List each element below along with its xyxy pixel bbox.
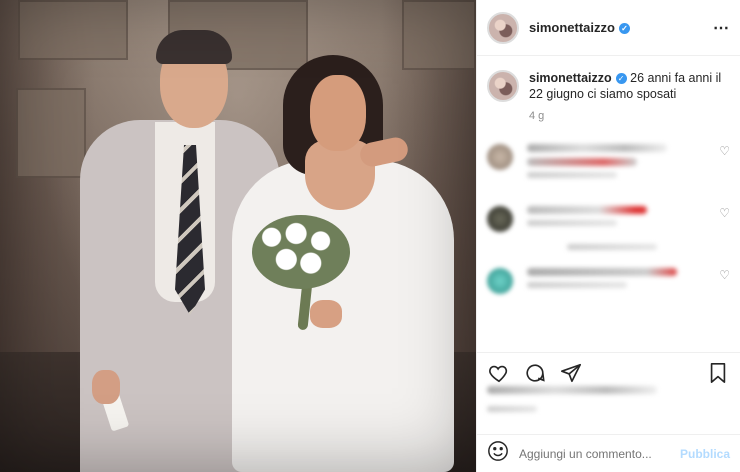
blurred-likes-text (487, 386, 657, 394)
comment-icon[interactable] (523, 361, 547, 385)
caption-avatar[interactable] (487, 70, 519, 102)
likes-summary[interactable] (487, 386, 727, 418)
view-replies-link[interactable] (487, 244, 730, 250)
username-link[interactable]: simonettaizzo ✓ (529, 20, 630, 35)
comment-input[interactable] (519, 446, 680, 461)
blurred-post-date (487, 406, 537, 412)
post-side-panel: simonettaizzo ✓ ⋯ simonettaizzo ✓ 26 anni … (476, 0, 740, 472)
heart-icon[interactable]: ♡ (719, 144, 730, 158)
more-horizontal-icon[interactable]: ⋯ (713, 18, 730, 38)
comments-list: ♡ ♡ ♡ (477, 130, 740, 294)
bookmark-icon[interactable] (706, 361, 730, 385)
heart-icon[interactable]: ♡ (719, 206, 730, 220)
blurred-comment-text (527, 206, 647, 214)
share-icon[interactable] (559, 361, 583, 385)
blurred-comment-meta (527, 220, 617, 226)
smiley-icon[interactable] (487, 440, 509, 467)
post-header: simonettaizzo ✓ ⋯ (477, 0, 740, 56)
avatar[interactable] (487, 144, 513, 170)
avatar[interactable] (487, 268, 513, 294)
list-item: ♡ (487, 144, 730, 184)
blurred-replies-text (567, 244, 657, 250)
heart-icon[interactable]: ♡ (719, 268, 730, 282)
heart-icon[interactable] (487, 361, 511, 385)
comment-content (527, 206, 711, 232)
blurred-comment-meta (527, 282, 627, 288)
post-caption: simonettaizzo ✓ 26 anni fa anni il 22 giu… (477, 56, 740, 130)
blurred-comment-meta (527, 172, 617, 178)
avatar[interactable] (487, 11, 519, 44)
verified-badge-icon: ✓ (618, 23, 630, 35)
add-comment-bar: Pubblica (477, 434, 740, 472)
list-item: ♡ (487, 268, 730, 294)
publish-button[interactable]: Pubblica (680, 447, 730, 461)
username-text: simonettaizzo (529, 20, 615, 35)
blurred-comment-text (527, 268, 677, 276)
list-item: ♡ (487, 206, 730, 232)
comment-content (527, 144, 711, 184)
caption-text-block: simonettaizzo ✓ 26 anni fa anni il 22 giu… (529, 70, 729, 124)
post-photo[interactable] (0, 0, 476, 472)
photo-vignette (0, 0, 476, 472)
post-timestamp: 4 g (529, 110, 545, 122)
verified-badge-icon: ✓ (615, 73, 627, 85)
comment-content (527, 268, 711, 294)
blurred-comment-text (527, 144, 667, 152)
avatar[interactable] (487, 206, 513, 232)
caption-username[interactable]: simonettaizzo (529, 71, 612, 85)
blurred-comment-text (527, 158, 637, 166)
